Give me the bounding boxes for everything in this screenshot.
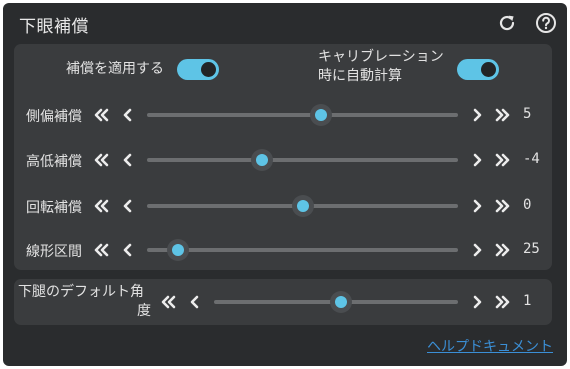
slider-thumb[interactable] xyxy=(291,195,314,217)
auto-calc-toggle[interactable] xyxy=(457,59,499,80)
chevron-right-icon[interactable] xyxy=(469,294,485,310)
slider-thumb[interactable] xyxy=(167,239,190,261)
chevron-left-icon[interactable] xyxy=(120,107,136,123)
default-angle-label: 下腿のデフォルト角 度 xyxy=(18,283,151,321)
slider-label: 回転補償 xyxy=(26,200,82,216)
chevron-left-icon[interactable] xyxy=(120,198,136,214)
apply-compensation-toggle[interactable] xyxy=(177,59,219,80)
slider-label: 高低補償 xyxy=(26,154,82,170)
double-chevron-right-icon[interactable] xyxy=(495,107,511,123)
default-angle-label-line1: 下腿のデフォルト角 xyxy=(18,284,144,300)
slider-value: 25 xyxy=(523,241,540,257)
compensation-card: 補償を適用する キャリブレーション 時に自動計算 側偏補償 5 高低補償 -4 回転補償… xyxy=(14,44,552,270)
slider-label: 線形区間 xyxy=(26,244,82,260)
double-chevron-right-icon[interactable] xyxy=(495,242,511,258)
auto-calc-label-line1: キャリブレーション xyxy=(318,49,444,65)
slider-label: 側偏補償 xyxy=(26,109,82,125)
slider-thumb[interactable] xyxy=(329,291,352,313)
apply-compensation-label: 補償を適用する xyxy=(66,61,164,77)
chevron-right-icon[interactable] xyxy=(469,152,485,168)
chevron-left-icon[interactable] xyxy=(120,152,136,168)
double-chevron-left-icon[interactable] xyxy=(93,198,109,214)
slider-thumb[interactable] xyxy=(251,149,274,171)
chevron-left-icon[interactable] xyxy=(120,242,136,258)
lower-leg-compensation-panel: 下眼補償 補償を適用する キャリブレーション 時に自動計算 側偏補償 5 高低補償 -… xyxy=(3,3,567,366)
refresh-icon[interactable] xyxy=(496,12,518,34)
default-angle-card: 下腿のデフォルト角 度 1 xyxy=(14,279,552,325)
chevron-right-icon[interactable] xyxy=(469,198,485,214)
slider-value: 1 xyxy=(523,293,532,309)
auto-calc-label: キャリブレーション 時に自動計算 xyxy=(318,48,444,86)
slider-value: -4 xyxy=(523,151,540,167)
double-chevron-left-icon[interactable] xyxy=(160,294,176,310)
slider-track[interactable] xyxy=(147,113,458,117)
slider-track[interactable] xyxy=(147,248,458,252)
slider-value: 0 xyxy=(523,197,532,213)
double-chevron-right-icon[interactable] xyxy=(495,198,511,214)
double-chevron-left-icon[interactable] xyxy=(93,107,109,123)
panel-title: 下眼補償 xyxy=(19,17,89,37)
double-chevron-right-icon[interactable] xyxy=(495,294,511,310)
auto-calc-label-line2: 時に自動計算 xyxy=(318,68,402,84)
help-circle-icon[interactable] xyxy=(535,12,557,34)
slider-thumb[interactable] xyxy=(310,104,333,126)
slider-track[interactable] xyxy=(147,158,458,162)
toggle-knob xyxy=(481,62,496,77)
chevron-right-icon[interactable] xyxy=(469,242,485,258)
double-chevron-right-icon[interactable] xyxy=(495,152,511,168)
chevron-right-icon[interactable] xyxy=(469,107,485,123)
double-chevron-left-icon[interactable] xyxy=(93,242,109,258)
chevron-left-icon[interactable] xyxy=(187,294,203,310)
toggle-knob xyxy=(201,62,216,77)
default-angle-label-line2: 度 xyxy=(137,303,151,319)
double-chevron-left-icon[interactable] xyxy=(93,152,109,168)
help-document-link[interactable]: ヘルプドキュメント xyxy=(427,336,553,356)
slider-value: 5 xyxy=(523,106,532,122)
